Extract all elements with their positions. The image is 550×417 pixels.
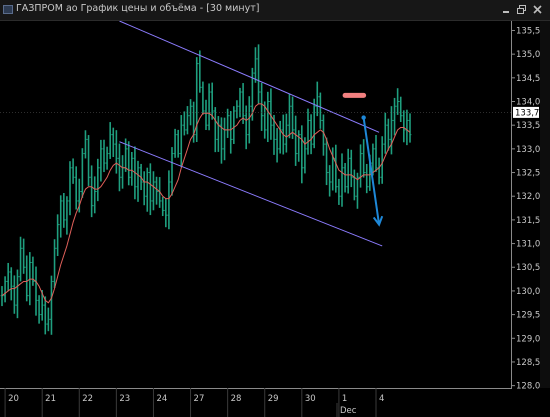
last-price-label: 133,77: [513, 106, 545, 118]
vertical-scroll-track[interactable]: [540, 21, 550, 388]
time-tick-label: 4: [379, 394, 384, 404]
price-tick-label: 132,5: [516, 169, 540, 179]
close-icon[interactable]: [531, 3, 544, 16]
chart-window-icon: [3, 5, 13, 14]
restore-icon[interactable]: [515, 3, 528, 16]
chart-window: ГАЗПРОМ ао График цены и объёма - [30 ми…: [0, 0, 550, 417]
minimize-icon[interactable]: [500, 3, 513, 16]
price-tick-label: 130,0: [516, 287, 540, 297]
price-chart[interactable]: 135,5 135,0 134,5 134,0 133,5 133,0 132,5 132,0…: [0, 21, 550, 417]
price-tick-label: 133,0: [516, 145, 540, 155]
time-tick-label: 29: [268, 394, 279, 404]
time-tick-label: 21: [45, 394, 56, 404]
price-tick-label: 134,5: [516, 74, 540, 84]
price-tick-label: 133,5: [516, 121, 540, 131]
time-tick-label: 27: [194, 394, 205, 404]
title-bar[interactable]: ГАЗПРОМ ао График цены и объёма - [30 ми…: [0, 0, 550, 21]
time-tick-label: 22: [82, 394, 93, 404]
price-tick-label: 132,0: [516, 192, 540, 202]
time-tick-label: 1: [342, 394, 347, 404]
time-tick-label: 24: [156, 394, 167, 404]
chart-background: [0, 21, 550, 417]
time-tick-label: 20: [8, 394, 19, 404]
forecast-arrow-anchor: [361, 115, 366, 120]
time-tick-label: 28: [231, 394, 242, 404]
window-title: ГАЗПРОМ ао График цены и объёма - [30 ми…: [16, 3, 260, 14]
time-tick-label: 23: [119, 394, 130, 404]
price-tick-label: 130,5: [516, 263, 540, 273]
price-tick-label: 128,5: [516, 358, 540, 368]
time-tick-label: 30: [305, 394, 316, 404]
price-tick-label: 129,5: [516, 311, 540, 321]
price-tick-label: 135,5: [516, 26, 540, 36]
price-tick-label: 134,0: [516, 98, 540, 108]
price-tick-label: 131,5: [516, 216, 540, 226]
price-tick-label: 135,0: [516, 50, 540, 60]
time-axis-month: Dec: [340, 406, 357, 416]
price-tick-label: 131,0: [516, 240, 540, 250]
price-tick-label: 129,0: [516, 334, 540, 344]
